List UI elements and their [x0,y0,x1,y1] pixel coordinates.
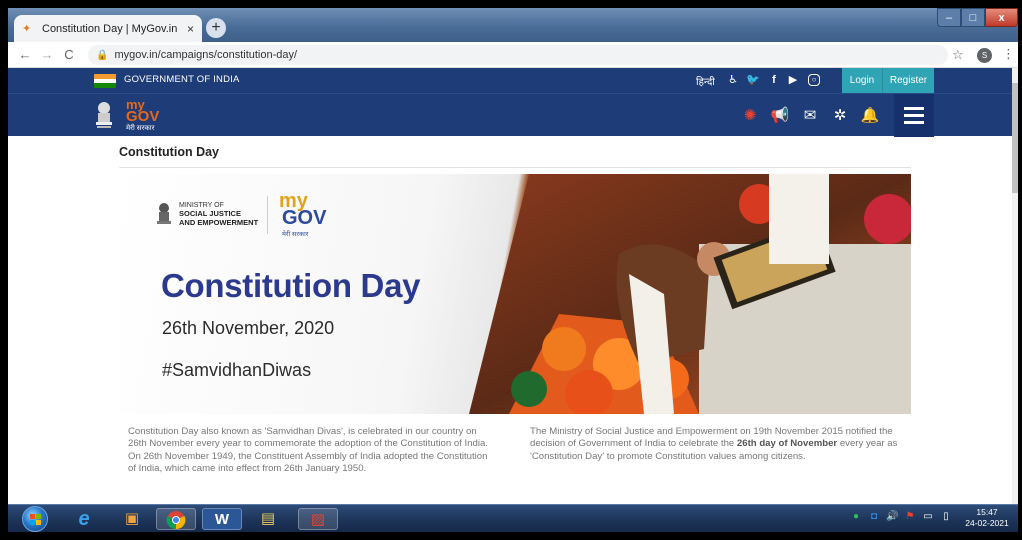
volume-icon[interactable]: 🔊 [886,511,898,523]
taskbar-clock[interactable]: 15:47 24-02-2021 [962,507,1012,529]
url-text: mygov.in/campaigns/constitution-day/ [114,49,298,61]
chrome-icon[interactable] [156,508,196,530]
mygov-favicon-icon: ✦ [22,22,32,35]
ministry-emblem-icon [157,203,171,224]
new-tab-button[interactable]: + [206,18,226,38]
windows-logo-icon [30,514,42,526]
battery-icon[interactable]: ▯ [940,511,952,523]
browser-tab-strip: ✦ Constitution Day | MyGov.in × + – □ x [8,8,1018,42]
covid-icon[interactable]: ✺ [740,106,760,126]
banner-hashtag: #SamvidhanDiwas [162,360,312,380]
profile-avatar[interactable]: S [977,48,992,63]
megaphone-icon[interactable]: 📢 [770,106,790,126]
word-icon[interactable]: W [202,508,242,530]
back-arrow-icon[interactable]: ← [14,47,36,62]
start-button[interactable] [22,506,48,532]
page-title: Constitution Day [119,145,219,159]
reload-icon[interactable]: C [58,47,80,62]
screen: ✦ Constitution Day | MyGov.in × + – □ x … [8,8,1018,532]
address-bar: ← → C 🔒 mygov.in/campaigns/constitution-… [8,42,1018,68]
url-input[interactable]: 🔒 mygov.in/campaigns/constitution-day/ [88,45,948,65]
banner-date: 26th November, 2020 [162,318,335,338]
tab-title: Constitution Day | MyGov.in [42,22,178,35]
windows-taskbar: e ▣ W ▤ ▨ ● ◘ 🔊 ⚑ ▭ ▯ 15:47 24-02-2021 [8,504,1018,532]
banner-logo-gov: GOV [282,207,327,229]
twitter-icon[interactable]: 🐦 [746,73,760,87]
internet-explorer-icon[interactable]: e [64,508,104,530]
ministry-name: MINISTRY OF SOCIAL JUSTICE AND EMPOWERME… [179,202,259,227]
government-title: GOVERNMENT OF INDIA [124,74,240,85]
browser-tab[interactable]: ✦ Constitution Day | MyGov.in × [14,15,202,42]
intro-paragraph: Constitution Day also known as 'Samvidha… [128,426,488,474]
clock-time: 15:47 [976,507,998,517]
mygov-navbar: my GOV मेरी सरकार ✺ 📢 ✉ ✲ 🔔 [8,93,1018,137]
maximize-button[interactable]: □ [961,8,985,27]
lock-icon: 🔒 [96,49,109,61]
minimize-button[interactable]: – [937,8,961,27]
tab-close-icon[interactable]: × [187,22,194,36]
banner-heading: Constitution Day [161,267,421,304]
instagram-icon[interactable]: ○ [808,74,820,86]
hindi-language-link[interactable]: हिन्दी [696,74,715,88]
bell-icon[interactable]: 🔔 [860,106,880,126]
bookmark-star-icon[interactable]: ☆ [952,47,964,63]
mail-icon[interactable]: ✉ [800,106,820,126]
constitution-day-banner: MINISTRY OF SOCIAL JUSTICE AND EMPOWERME… [119,174,911,414]
menu-icon[interactable] [894,94,934,137]
mygov-logo-gov[interactable]: GOV [126,109,159,124]
network-icon[interactable]: ▭ [922,511,934,523]
register-button[interactable]: Register [882,68,934,93]
media-player-icon[interactable]: ▣ [112,508,152,530]
india-flag-icon [94,74,116,88]
facebook-icon[interactable]: f [767,73,781,87]
action-center-flag-icon[interactable]: ⚑ [904,511,916,523]
scrollbar-thumb[interactable] [1012,83,1018,193]
title-divider [119,167,911,168]
settings-icon[interactable]: ✲ [830,106,850,126]
mygov-logo-hindi: मेरी सरकार [126,125,155,132]
logo-separator [267,196,268,234]
government-header: GOVERNMENT OF INDIA हिन्दी ♿ 🐦 f ▶ ○ Log… [8,68,1018,93]
browser-menu-icon[interactable]: ⋮ [1002,46,1015,62]
accessibility-icon[interactable]: ♿ [726,73,740,87]
file-explorer-icon[interactable]: ▤ [248,508,288,530]
tray-app-icon[interactable]: ◘ [868,511,880,523]
clock-date: 24-02-2021 [965,518,1009,528]
close-window-button[interactable]: x [985,8,1018,27]
login-button[interactable]: Login [842,68,882,93]
tray-network-app-icon[interactable]: ● [850,511,862,523]
banner-photo [469,174,911,414]
ministry-paragraph: The Ministry of Social Justice and Empow… [530,426,898,462]
national-emblem-icon [96,102,112,128]
banner-logo-hindi: मेरी सरकार [282,231,309,238]
forward-arrow-icon[interactable]: → [36,47,58,62]
youtube-icon[interactable]: ▶ [786,73,800,87]
paint-icon[interactable]: ▨ [298,508,338,530]
